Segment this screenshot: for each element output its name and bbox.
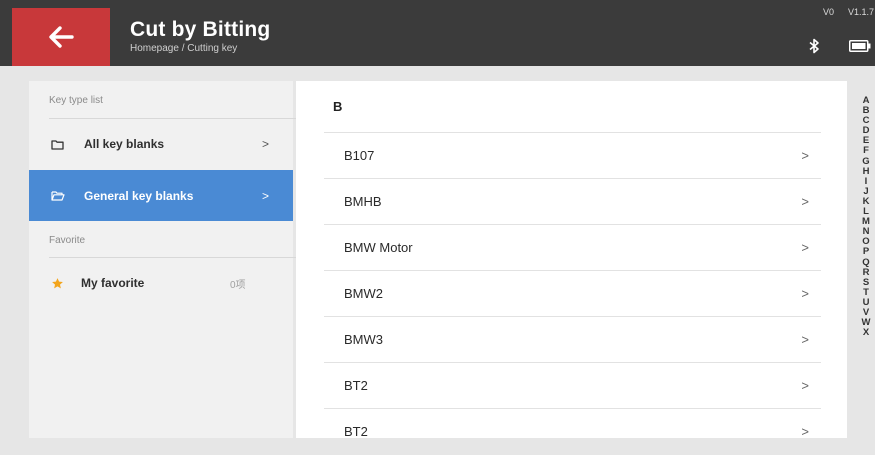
folder-icon bbox=[51, 139, 65, 150]
list-item[interactable]: BMW2 > bbox=[324, 271, 821, 317]
battery-icon bbox=[849, 40, 871, 52]
page-title: Cut by Bitting bbox=[130, 18, 271, 41]
title-block: Cut by Bitting Homepage / Cutting key bbox=[130, 18, 270, 55]
list-item-label: BMHB bbox=[344, 194, 382, 209]
version-label-app: V1.1.7 bbox=[848, 7, 875, 17]
folder-open-icon bbox=[51, 190, 65, 201]
alphabet-index[interactable]: ABCDEFGHIJKLMNOPQRSTUVWX bbox=[858, 95, 874, 338]
sidebar: Key type list All key blanks > General k… bbox=[29, 81, 301, 438]
list-item[interactable]: BT2 > bbox=[324, 409, 821, 455]
key-type-list-heading: Key type list bbox=[49, 95, 103, 106]
favorite-count: 0项 bbox=[230, 279, 246, 291]
list-item-label: B107 bbox=[344, 148, 375, 163]
favorite-heading: Favorite bbox=[49, 235, 86, 246]
alphabet-letter[interactable]: X bbox=[863, 328, 869, 338]
sidebar-item-my-favorite[interactable]: My favorite 0项 bbox=[29, 258, 293, 308]
chevron-right-icon: > bbox=[261, 188, 269, 203]
list-item-label: BMW Motor bbox=[344, 240, 413, 255]
list-item-label: BT2 bbox=[344, 378, 368, 393]
list-item[interactable]: BMW3 > bbox=[324, 317, 821, 363]
sidebar-item-label: General key blanks bbox=[84, 188, 194, 203]
sidebar-item-label: All key blanks bbox=[84, 137, 165, 151]
sidebar-item-general-key-blanks[interactable]: General key blanks > bbox=[29, 170, 293, 221]
chevron-right-icon: > bbox=[261, 137, 269, 151]
chevron-right-icon: > bbox=[801, 424, 809, 439]
list-item[interactable]: BMW Motor > bbox=[324, 225, 821, 271]
list-item[interactable]: BT2 > bbox=[324, 363, 821, 409]
version-label-v0: V0 bbox=[823, 7, 835, 17]
chevron-right-icon: > bbox=[801, 194, 809, 209]
alphabet-letter[interactable]: P bbox=[863, 247, 869, 257]
top-bar: Cut by Bitting Homepage / Cutting key V0… bbox=[0, 0, 875, 66]
chevron-right-icon: > bbox=[801, 148, 809, 163]
sidebar-item-all-key-blanks[interactable]: All key blanks > bbox=[29, 119, 293, 169]
key-list-panel: B B107 > BMHB > BMW Motor > BMW2 > BMW3 … bbox=[296, 81, 847, 439]
arrow-left-icon bbox=[49, 26, 74, 48]
list-item-label: BMW3 bbox=[344, 332, 383, 347]
chevron-right-icon: > bbox=[801, 332, 809, 347]
list-item[interactable]: BMHB > bbox=[324, 179, 821, 225]
chevron-right-icon: > bbox=[801, 286, 809, 301]
bluetooth-icon bbox=[809, 38, 819, 54]
list-item-label: BMW2 bbox=[344, 286, 383, 301]
chevron-right-icon: > bbox=[801, 378, 809, 393]
chevron-right-icon: > bbox=[801, 240, 809, 255]
back-button[interactable] bbox=[12, 8, 110, 66]
list-item[interactable]: B107 > bbox=[324, 133, 821, 179]
breadcrumb: Homepage / Cutting key bbox=[130, 43, 238, 54]
sidebar-item-label: My favorite bbox=[81, 276, 145, 290]
star-icon bbox=[51, 277, 65, 290]
list-section-letter: B bbox=[333, 99, 343, 114]
list-item-label: BT2 bbox=[344, 424, 368, 439]
